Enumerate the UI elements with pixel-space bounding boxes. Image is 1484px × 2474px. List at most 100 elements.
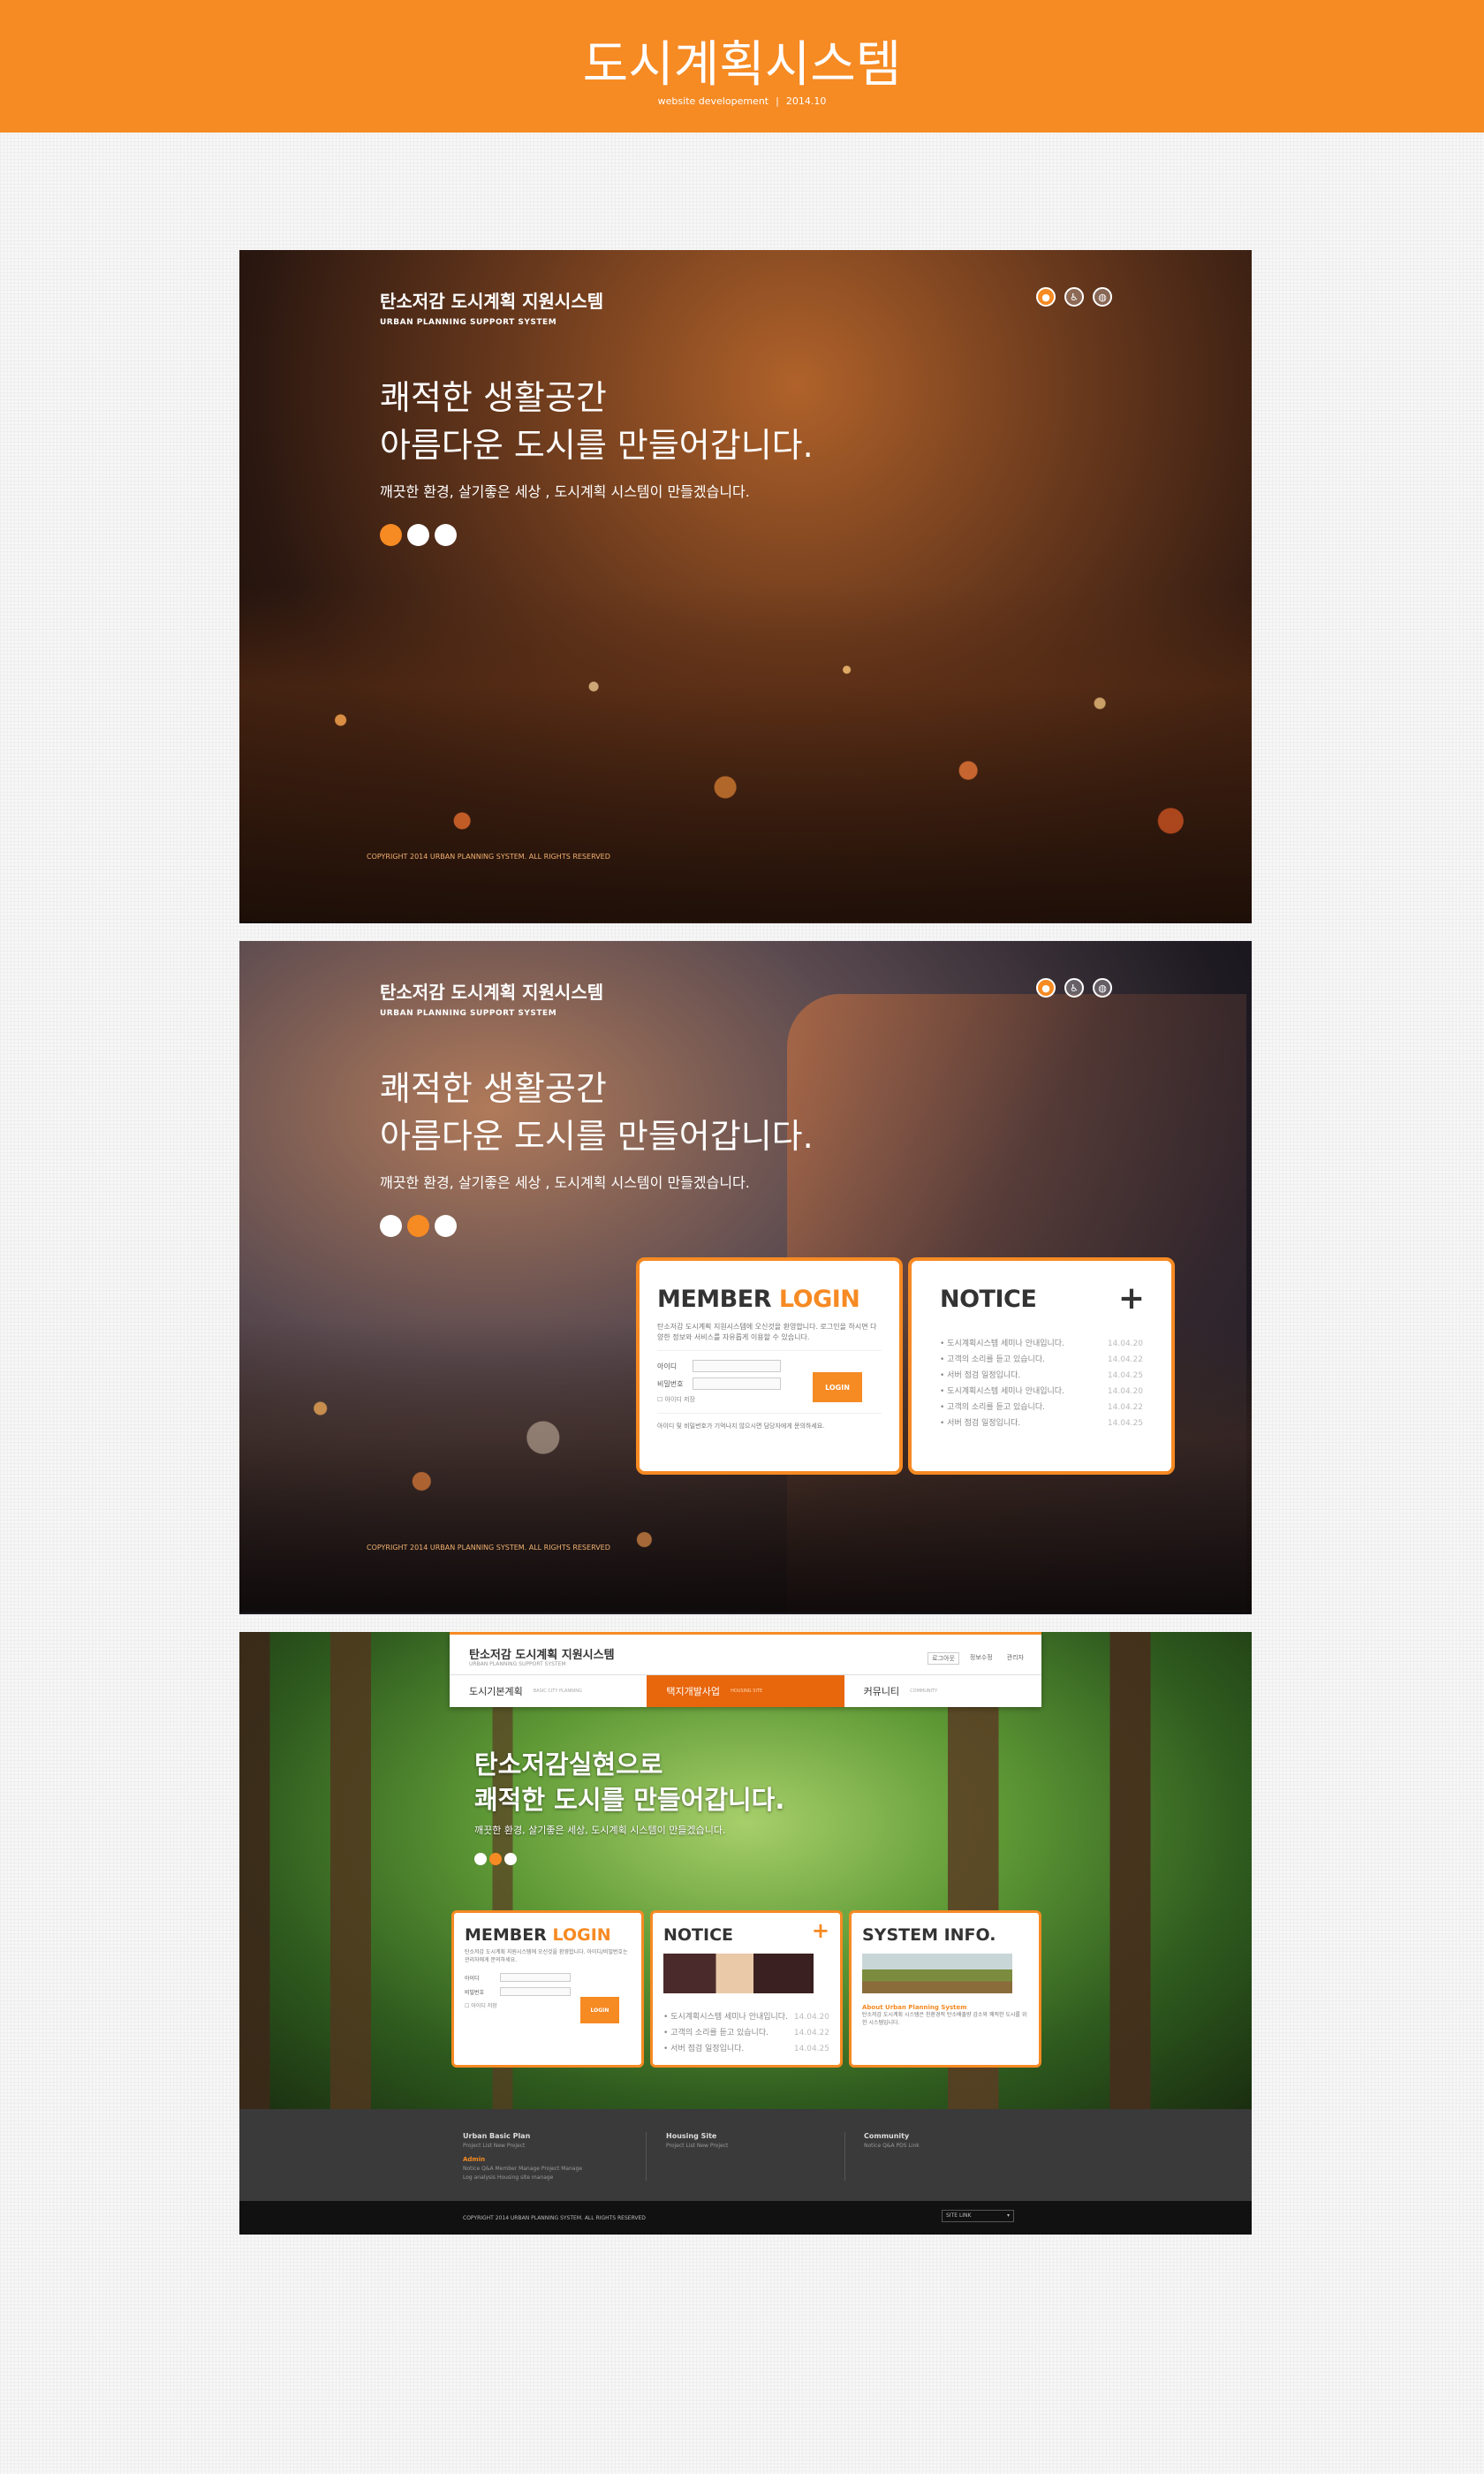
page-title: 도시계획시스템 — [582, 36, 902, 94]
site-link-select[interactable]: SITE LINK ▾ — [942, 2210, 1014, 2222]
nav-sublabel: BASIC CITY PLANNING — [533, 1689, 582, 1694]
slider-dot-1[interactable] — [380, 1215, 402, 1237]
screenshot-main-page: 탄소저감 도시계획 지원시스템 URBAN PLANNING SUPPORT S… — [239, 250, 1252, 923]
notice-item[interactable]: • 고객의 소리를 듣고 있습니다. 14.04.22 — [940, 1400, 1143, 1415]
id-field[interactable] — [500, 1973, 571, 1982]
notice-item-title: • 서버 점검 일정입니다. — [663, 2045, 745, 2053]
notice-item[interactable]: • 서버 점검 일정입니다. 14.04.25 — [663, 2041, 829, 2057]
accessibility-icon[interactable]: ♿ — [1064, 287, 1084, 307]
notice-item-title: • 도시계획시스템 세미나 안내입니다. — [940, 1339, 1064, 1348]
slider-dot-1[interactable] — [380, 524, 402, 546]
slider-dots — [380, 524, 457, 546]
nav-item-community[interactable]: 커뮤니티 COMMUNITY — [844, 1675, 1041, 1707]
notice-item[interactable]: • 서버 점검 일정입니다. 14.04.25 — [940, 1415, 1143, 1431]
password-field[interactable] — [500, 1987, 571, 1996]
nav-label: 택지개발사업 — [666, 1686, 721, 1697]
hero-description: 깨끗한 환경, 살기좋은 세상 , 도시계획 시스템이 만들겠습니다. — [380, 1174, 750, 1191]
footer-heading[interactable]: Urban Basic Plan — [463, 2132, 631, 2140]
brand-title: 탄소저감 도시계획 지원시스템 — [380, 982, 604, 1003]
notice-item-date: 14.04.20 — [1107, 1339, 1143, 1348]
slider-dot-2[interactable] — [407, 524, 429, 546]
footer-heading[interactable]: Community — [864, 2132, 1032, 2140]
id-label: 아이디 — [657, 1362, 678, 1370]
system-info-image — [862, 1954, 1012, 1993]
footer-admin-links-2[interactable]: Log analysis Housing site manage — [463, 2174, 631, 2181]
notice-item-date: 14.04.20 — [793, 2013, 829, 2022]
notice-more-plus-icon[interactable]: + — [812, 1918, 829, 1943]
slider-dot-3[interactable] — [435, 1215, 457, 1237]
chevron-down-icon: ▾ — [1006, 2212, 1010, 2219]
password-field[interactable] — [693, 1377, 781, 1390]
brand-title: 탄소저감 도시계획 지원시스템 — [380, 291, 604, 312]
login-title: MEMBER LOGIN — [657, 1286, 882, 1313]
accessibility-icon[interactable]: ♿ — [1064, 978, 1084, 998]
nav-label: 커뮤니티 — [863, 1686, 900, 1697]
nav-item-housing-site[interactable]: 택지개발사업 HOUSING SITE — [647, 1675, 844, 1707]
notice-item[interactable]: • 도시계획시스템 세미나 안내입니다. 14.04.20 — [940, 1336, 1143, 1352]
footer-heading[interactable]: Housing Site — [666, 2132, 834, 2140]
notice-title: NOTICE — [940, 1286, 1037, 1313]
slider-dot-1[interactable] — [474, 1853, 487, 1865]
globe-icon[interactable]: ◍ — [1093, 978, 1112, 998]
footer-links[interactable]: Notice Q&A PDS Link — [864, 2143, 1032, 2149]
login-button[interactable]: LOGIN — [813, 1372, 862, 1402]
slider-dot-2[interactable] — [489, 1853, 502, 1865]
member-login-card: MEMBER LOGIN 탄소저감 도시계획 지원시스템에 오신것을 환영합니다… — [451, 1910, 644, 2068]
screenshot-sub-page: 탄소저감 도시계획 지원시스템 URBAN PLANNING SUPPORT S… — [239, 1632, 1252, 2235]
notice-item-date: 14.04.22 — [793, 2029, 829, 2038]
site-brand-subtitle: URBAN PLANNING SUPPORT SYSTEM — [469, 1661, 566, 1667]
id-field[interactable] — [693, 1360, 781, 1372]
site-brand-title[interactable]: 탄소저감 도시계획 지원시스템 — [469, 1645, 615, 1662]
person-icon[interactable]: ● — [1036, 287, 1056, 307]
nav-sublabel: HOUSING SITE — [731, 1689, 763, 1694]
footer-admin-heading[interactable]: Admin — [463, 2156, 631, 2163]
person-icon[interactable]: ● — [1036, 978, 1056, 998]
footer-admin-links[interactable]: Notice Q&A Member Manage Project Manage — [463, 2166, 631, 2172]
notice-item[interactable]: • 도시계획시스템 세미나 안내입니다. 14.04.20 — [940, 1384, 1143, 1400]
page-header: 도시계획시스템 website developement | 2014.10 — [0, 0, 1484, 133]
hero-text: 쾌적한 생활공간 아름다운 도시를 만들어갑니다. 깨끗한 환경, 살기좋은 세… — [380, 374, 814, 501]
notice-item-title: • 서버 점검 일정입니다. — [940, 1371, 1021, 1380]
hero-line-2: 아름다운 도시를 만들어갑니다. — [380, 1117, 814, 1156]
login-intro: 탄소저감 도시계획 지원시스템에 오신것을 환영합니다. 아이디/비밀번호는 관… — [465, 1949, 628, 1963]
brand-logo[interactable]: 탄소저감 도시계획 지원시스템 URBAN PLANNING SUPPORT S… — [380, 287, 603, 327]
copyright: COPYRIGHT 2014 URBAN PLANNING SYSTEM. AL… — [367, 1544, 610, 1552]
slider-dot-3[interactable] — [435, 524, 457, 546]
notice-item[interactable]: • 서버 점검 일정입니다. 14.04.25 — [940, 1368, 1143, 1384]
top-icons: ● ♿ ◍ — [1036, 287, 1112, 307]
slider-dot-2[interactable] — [407, 1215, 429, 1237]
subtitle-date: 2014.10 — [785, 95, 827, 107]
admin-link[interactable]: 관리자 — [1003, 1652, 1027, 1665]
site-footer: Urban Basic Plan Project List New Projec… — [239, 2109, 1252, 2235]
nav-item-basic-plan[interactable]: 도시기본계획 BASIC CITY PLANNING — [450, 1675, 647, 1707]
slider-dot-3[interactable] — [504, 1853, 517, 1865]
notice-list: • 도시계획시스템 세미나 안내입니다. 14.04.20 • 고객의 소리를 듣고… — [940, 1336, 1143, 1431]
notice-item-title: • 고객의 소리를 듣고 있습니다. — [940, 1403, 1045, 1412]
logout-link[interactable]: 로그아웃 — [928, 1652, 959, 1665]
login-button[interactable]: LOGIN — [580, 1997, 619, 2023]
notice-item-date: 14.04.25 — [1107, 1371, 1143, 1380]
notice-more-plus-icon[interactable]: + — [1118, 1280, 1145, 1317]
footer-links[interactable]: Project List New Project — [666, 2143, 834, 2149]
footer-links[interactable]: Project List New Project — [463, 2143, 631, 2149]
copyright: COPYRIGHT 2014 URBAN PLANNING SYSTEM. AL… — [367, 853, 610, 861]
edit-info-link[interactable]: 정보수정 — [966, 1652, 996, 1665]
notice-item[interactable]: • 도시계획시스템 세미나 안내입니다. 14.04.20 — [663, 2009, 829, 2025]
globe-icon[interactable]: ◍ — [1093, 287, 1112, 307]
hero-line-2: 쾌적한 도시를 만들어갑니다. — [474, 1785, 785, 1815]
login-title-a: MEMBER — [657, 1286, 772, 1313]
notice-item[interactable]: • 고객의 소리를 듣고 있습니다. 14.04.22 — [663, 2025, 829, 2041]
top-icons: ● ♿ ◍ — [1036, 978, 1112, 998]
notice-list: • 도시계획시스템 세미나 안내입니다. 14.04.20 • 고객의 소리를 듣고… — [663, 2009, 829, 2057]
notice-item[interactable]: • 고객의 소리를 듣고 있습니다. 14.04.22 — [940, 1352, 1143, 1368]
hero-line-1: 쾌적한 생활공간 — [380, 1069, 607, 1108]
notice-card: NOTICE + • 도시계획시스템 세미나 안내입니다. 14.04.20 • 고… — [650, 1910, 843, 2068]
slider-dots — [474, 1853, 517, 1865]
footer-col-community: Community Notice Q&A PDS Link — [864, 2132, 1032, 2149]
login-intro: 탄소저감 도시계획 지원시스템에 오신것을 환영합니다. 로그인을 하시면 다양… — [657, 1323, 877, 1341]
main-nav: 도시기본계획 BASIC CITY PLANNING 택지개발사업 HOUSING … — [450, 1674, 1041, 1707]
notice-item-title: • 도시계획시스템 세미나 안내입니다. — [940, 1387, 1064, 1396]
brand-logo[interactable]: 탄소저감 도시계획 지원시스템 URBAN PLANNING SUPPORT S… — [380, 978, 603, 1018]
hero-text: 쾌적한 생활공간 아름다운 도시를 만들어갑니다. 깨끗한 환경, 살기좋은 세… — [380, 1065, 814, 1192]
page-subtitle: website developement | 2014.10 — [0, 95, 1484, 107]
